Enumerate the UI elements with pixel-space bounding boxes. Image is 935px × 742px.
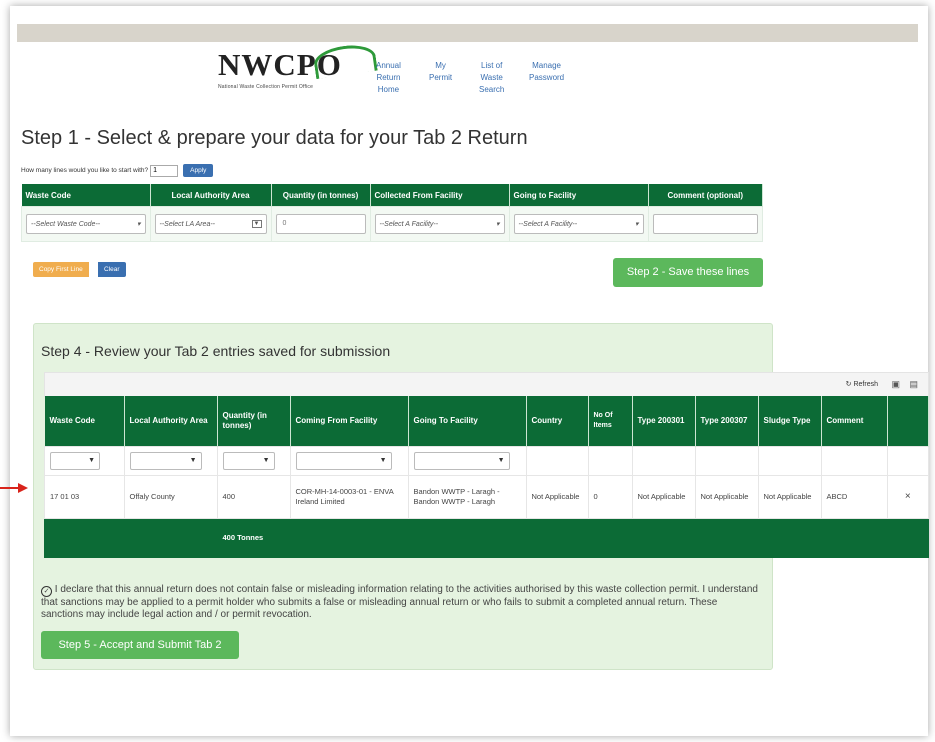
comment-input[interactable] xyxy=(652,214,758,234)
cell-sludge-type: Not Applicable xyxy=(757,475,822,519)
filter-icon: ▼ xyxy=(189,457,197,464)
lines-count-input[interactable] xyxy=(150,164,179,177)
apply-button[interactable]: Apply xyxy=(183,164,214,177)
nav-line: Search xyxy=(479,85,505,94)
col-quantity: Quantity (in tonnes) xyxy=(271,184,371,207)
grid-col-type-200301: Type 200301 xyxy=(632,396,696,447)
check-circle-icon[interactable]: ✓ xyxy=(41,586,52,597)
grid-col-comment: Comment xyxy=(821,396,888,447)
cell-comment: ABCD xyxy=(820,475,888,519)
grid-col-type-200307: Type 200307 xyxy=(695,396,759,447)
grid-col-quantity: Quantity (in tonnes) xyxy=(217,396,291,447)
collected-facility-select[interactable]: --Select A Facility-- ▾ xyxy=(374,214,505,234)
quantity-input[interactable]: 0 xyxy=(275,214,366,234)
la-area-select[interactable]: --Select LA Area-- ▼ xyxy=(154,214,267,234)
nwcpo-logo[interactable]: NWCPO National Waste Collection Permit O… xyxy=(218,41,378,96)
going-to-filter[interactable]: ▼ xyxy=(413,452,510,470)
nav-line: Permit xyxy=(429,73,453,82)
filter-icon: ▼ xyxy=(379,457,387,464)
copy-first-line-button[interactable]: Copy First Line xyxy=(33,262,89,277)
cell-no-of-items: 0 xyxy=(587,475,633,519)
cell-type-200307: Not Applicable xyxy=(694,475,759,519)
refresh-button[interactable]: ↻ Refresh xyxy=(846,380,878,388)
refresh-icon: ↻ xyxy=(845,381,852,388)
cell-country: Not Applicable xyxy=(525,475,589,519)
cell-going-to: Bandon WWTP - Laragh - Bandon WWTP - Lar… xyxy=(407,475,527,519)
arrow-right-icon xyxy=(0,483,28,493)
table-row: 17 01 03 Offaly County 400 COR-MH-14-000… xyxy=(44,475,929,519)
quantity-filter[interactable]: ▼ xyxy=(222,452,275,470)
logo-subtitle: National Waste Collection Permit Office xyxy=(218,84,314,90)
grid-toolbar: ↻ Refresh ▣ ▤ xyxy=(44,372,929,397)
saved-entries-grid: Waste Code Local Authority Area Quantity… xyxy=(44,396,929,558)
lines-question-row: How many lines would you like to start w… xyxy=(21,164,214,177)
col-local-authority-area: Local Authority Area xyxy=(150,184,272,207)
grid-col-sludge-type: Sludge Type xyxy=(758,396,822,447)
going-facility-select-value: --Select A Facility-- xyxy=(518,220,578,228)
cell-quantity: 400 xyxy=(216,475,291,519)
nav-line: Password xyxy=(529,73,565,82)
clear-button[interactable]: Clear xyxy=(98,262,126,277)
total-quantity: 400 Tonnes xyxy=(216,518,291,558)
review-panel: Step 4 - Review your Tab 2 entries saved… xyxy=(33,323,929,670)
chevron-down-icon: ▾ xyxy=(495,221,500,228)
grid-col-going-to: Going To Facility xyxy=(408,396,527,447)
step1-title: Step 1 - Select & prepare your data for … xyxy=(21,127,528,149)
declaration-block: ✓ I declare that this annual return does… xyxy=(41,584,761,620)
step5-submit-button[interactable]: Step 5 - Accept and Submit Tab 2 xyxy=(41,631,239,659)
step2-save-button[interactable]: Step 2 - Save these lines xyxy=(613,258,763,287)
chevron-down-icon: ▼ xyxy=(251,220,262,228)
nav-manage-password[interactable]: Manage Password xyxy=(529,60,564,84)
going-facility-select[interactable]: --Select A Facility-- ▾ xyxy=(513,214,644,234)
waste-code-filter[interactable]: ▼ xyxy=(50,452,100,470)
nav-my-permit[interactable]: My Permit xyxy=(429,60,452,84)
lines-question-label: How many lines would you like to start w… xyxy=(21,167,149,174)
summary-row: 400 Tonnes xyxy=(44,518,929,558)
col-waste-code: Waste Code xyxy=(21,184,151,207)
delete-row-icon[interactable]: × xyxy=(886,475,929,519)
nav-line: Waste xyxy=(480,73,503,82)
chevron-down-icon: ▾ xyxy=(136,221,141,228)
nav-line: Manage xyxy=(532,61,562,70)
refresh-label: Refresh xyxy=(853,381,878,388)
cell-local-authority: Offaly County xyxy=(123,475,218,519)
grid-col-actions xyxy=(887,396,929,447)
col-going-to: Going to Facility xyxy=(509,184,649,207)
nav-line: List of xyxy=(481,61,503,70)
entry-table: Waste Code Local Authority Area Quantity… xyxy=(21,184,763,242)
nav-list-of-waste-search[interactable]: List of Waste Search xyxy=(479,60,504,96)
cell-type-200301: Not Applicable xyxy=(631,475,696,519)
collected-facility-select-value: --Select A Facility-- xyxy=(379,220,439,228)
grid-col-country: Country xyxy=(526,396,589,447)
col-comment: Comment (optional) xyxy=(648,184,763,207)
declaration-text: I declare that this annual return does n… xyxy=(41,584,758,620)
excel-export-icon[interactable]: ▣ xyxy=(891,379,900,390)
nav-line: My xyxy=(435,61,446,70)
nav-annual-return-home[interactable]: Annual Return Home xyxy=(376,60,401,96)
filter-row: ▼ ▼ ▼ ▼ ▼ xyxy=(44,446,929,476)
top-bar xyxy=(17,24,918,42)
coming-from-filter[interactable]: ▼ xyxy=(295,452,392,470)
filter-icon: ▼ xyxy=(497,457,505,464)
la-area-select-value: --Select LA Area-- xyxy=(159,220,216,228)
col-collected-from: Collected From Facility xyxy=(370,184,510,207)
nav-line: Annual xyxy=(376,61,401,70)
nav-line: Home xyxy=(377,85,400,94)
grid-col-local-authority: Local Authority Area xyxy=(124,396,218,447)
step4-title: Step 4 - Review your Tab 2 entries saved… xyxy=(41,343,391,359)
grid-col-no-of-items: No Of Items xyxy=(588,396,633,447)
pdf-export-icon[interactable]: ▤ xyxy=(909,379,918,390)
cell-waste-code: 17 01 03 xyxy=(44,475,125,519)
filter-icon: ▼ xyxy=(262,457,270,464)
filter-icon: ▼ xyxy=(88,457,95,464)
chevron-down-icon: ▾ xyxy=(634,221,639,228)
local-authority-filter[interactable]: ▼ xyxy=(129,452,202,470)
cell-coming-from: COR-MH-14-0003-01 - ENVA Ireland Limited xyxy=(289,475,409,519)
waste-code-select-value: --Select Waste Code-- xyxy=(31,220,101,228)
grid-col-waste-code: Waste Code xyxy=(44,396,125,447)
waste-code-select[interactable]: --Select Waste Code-- ▾ xyxy=(26,214,146,234)
nav-line: Return xyxy=(376,73,401,82)
grid-col-coming-from: Coming From Facility xyxy=(290,396,409,447)
